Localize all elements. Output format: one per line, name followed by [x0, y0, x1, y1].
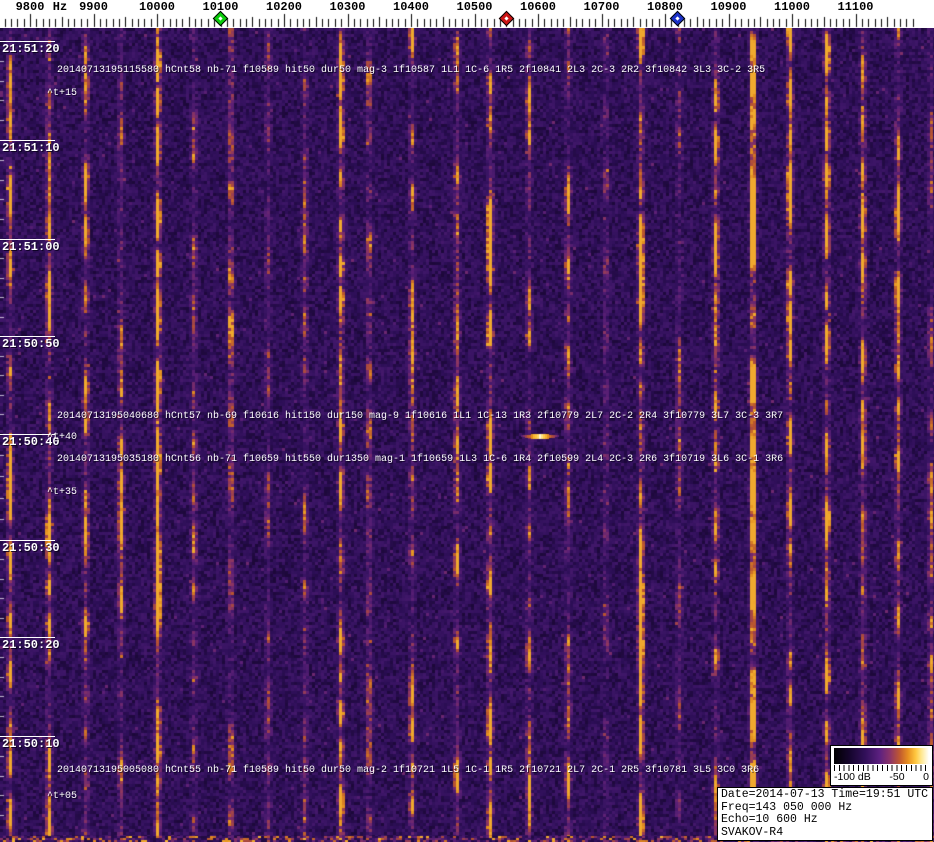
- caret-annotation: ^t+05: [47, 791, 78, 802]
- freq-tick-label: 10500: [456, 0, 493, 14]
- freq-tick-label: 9900: [79, 0, 108, 14]
- freq-tick-label: 10600: [519, 0, 557, 14]
- caret-annotation: ^t+15: [47, 88, 78, 99]
- event-annotation: 20140713195040680 hCnt57 nb-69 f10616 hi…: [57, 411, 784, 422]
- time-tick-label: 21:51:20: [2, 42, 60, 56]
- time-tick-label: 21:50:30: [2, 541, 60, 555]
- colorbar-gradient: [834, 748, 929, 764]
- time-tick: 21:51:10: [0, 140, 60, 155]
- freq-tick-label: 10900: [710, 0, 747, 14]
- marker-diamond-center-dot: [675, 16, 680, 21]
- time-tick: 21:50:10: [0, 736, 60, 751]
- freq-tick-label: 9800: [15, 0, 45, 14]
- time-tick-label: 21:50:20: [2, 638, 60, 652]
- info-line-station: SVAKOV-R4: [721, 825, 784, 839]
- colorbar-label-min: -100 dB: [834, 771, 871, 783]
- meteor-spectrogram-screen: 9800 9900 10000 10100 10200 10300 10400 10500 10…: [0, 0, 934, 842]
- time-tick: 21:50:50: [0, 336, 60, 351]
- time-tick-label: 21:51:10: [2, 141, 60, 155]
- freq-tick-label: 10400: [392, 0, 430, 14]
- time-tick-label: 21:50:10: [2, 737, 60, 751]
- spectrogram[interactable]: 21:51:20 21:51:10 21:51:00 21:50:50 21:50:40…: [0, 28, 934, 842]
- time-tick-label: 21:50:50: [2, 337, 60, 351]
- time-tick: 21:51:20: [0, 41, 60, 56]
- info-line-date-time: Date=2014-07-13 Time=19:51 UTC: [721, 788, 929, 801]
- freq-tick-label: 11000: [773, 0, 811, 14]
- caret-annotation: ^t+40: [47, 432, 78, 443]
- time-tick-label: 21:51:00: [2, 240, 60, 254]
- freq-tick-label: 10300: [329, 0, 366, 14]
- info-line-echo: Echo=10 600 Hz: [721, 813, 818, 826]
- time-tick: 21:51:00: [0, 239, 60, 254]
- colorbar-label-max: 0: [923, 771, 929, 783]
- caret-annotation: ^t+35: [47, 487, 78, 498]
- freq-tick-label: 10200: [265, 0, 303, 14]
- freq-tick-label: 10700: [583, 0, 620, 14]
- time-tick: 21:50:30: [0, 540, 60, 555]
- info-box: Date=2014-07-13 Time=19:51 UTC Freq=143 …: [717, 787, 933, 841]
- time-tick: 21:50:20: [0, 637, 60, 652]
- frequency-ruler: 9800 9900 10000 10100 10200 10300 10400 10500 10…: [0, 0, 934, 28]
- colorbar: -100 dB -50 0: [830, 745, 933, 786]
- marker-diamond-center-dot: [218, 16, 223, 21]
- marker-diamond-center-dot: [504, 16, 509, 21]
- event-annotation: 20140713195005080 hCnt55 nb-71 f10589 hi…: [57, 765, 760, 776]
- freq-tick-label: 10000: [138, 0, 176, 14]
- colorbar-label-mid: -50: [889, 771, 905, 783]
- event-annotation: 20140713195115580 hCnt58 nb-71 f10589 hi…: [57, 65, 766, 76]
- spectrogram-canvas[interactable]: [0, 28, 934, 842]
- freq-tick-label: 11100: [837, 0, 874, 14]
- freq-unit-label: Hz: [52, 0, 68, 14]
- event-annotation: 20140713195035180 hCnt56 nb-71 f10659 hi…: [57, 454, 784, 465]
